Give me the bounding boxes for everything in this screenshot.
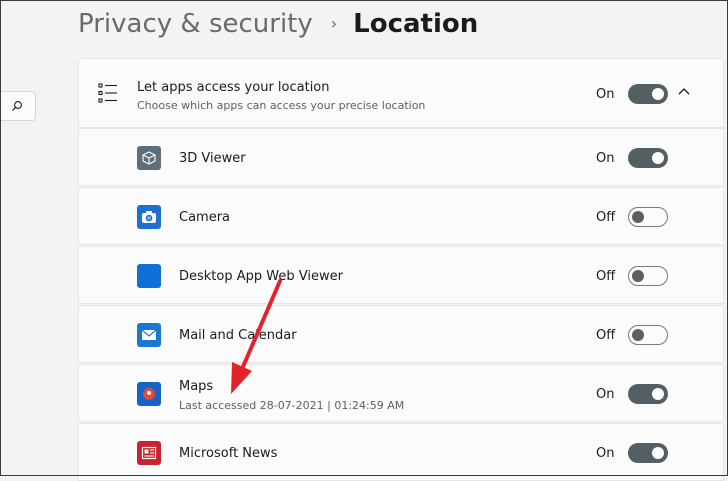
app-row-3d-viewer: 3D Viewer On <box>78 128 724 186</box>
app-toggle-camera[interactable] <box>628 207 668 227</box>
breadcrumb-separator: › <box>330 13 338 33</box>
app-row-desktop-app-web-viewer: Desktop App Web Viewer Off <box>78 246 724 304</box>
location-settings-panel: Let apps access your location Choose whi… <box>78 58 724 481</box>
toggle-knob <box>652 152 664 164</box>
cube-icon <box>137 146 161 170</box>
app-name: Camera <box>179 210 231 225</box>
app-name: 3D Viewer <box>179 151 246 166</box>
app-state-label: Off <box>596 210 616 225</box>
app-row-camera: Camera Off <box>78 187 724 245</box>
let-apps-access-location-row[interactable]: Let apps access your location Choose whi… <box>78 58 724 128</box>
app-row-mail-and-calendar: Mail and Calendar Off <box>78 305 724 363</box>
search-box[interactable] <box>0 91 36 121</box>
toggle-knob <box>652 447 664 459</box>
breadcrumb-parent-privacy-security[interactable]: Privacy & security <box>78 9 313 39</box>
app-toggle-desktop-app-web-viewer[interactable] <box>628 266 668 286</box>
app-state-label: Off <box>596 328 616 343</box>
app-state-label: On <box>596 387 615 402</box>
camera-icon <box>137 205 161 229</box>
maps-icon <box>137 382 161 406</box>
toggle-knob <box>632 329 644 341</box>
location-access-state-label: On <box>596 87 615 102</box>
toggle-knob <box>632 211 644 223</box>
location-access-subtitle: Choose which apps can access your precis… <box>137 99 426 112</box>
location-access-title: Let apps access your location <box>137 80 330 95</box>
app-toggle-3d-viewer[interactable] <box>628 148 668 168</box>
toggle-knob <box>632 270 644 282</box>
maps-last-accessed: Last accessed 28-07-2021 | 01:24:59 AM <box>179 399 405 412</box>
app-toggle-mail-and-calendar[interactable] <box>628 325 668 345</box>
app-name: Microsoft News <box>179 446 278 461</box>
app-state-label: Off <box>596 269 616 284</box>
chevron-up-icon[interactable] <box>677 84 691 98</box>
location-access-toggle[interactable] <box>628 84 668 104</box>
toggle-knob <box>652 388 664 400</box>
app-toggle-maps[interactable] <box>628 384 668 404</box>
app-state-label: On <box>596 446 615 461</box>
toggle-knob <box>652 88 664 100</box>
app-state-label: On <box>596 151 615 166</box>
mail-icon <box>137 323 161 347</box>
app-name: Maps <box>179 379 214 394</box>
app-row-maps: Maps Last accessed 28-07-2021 | 01:24:59… <box>78 364 724 422</box>
news-icon <box>137 441 161 465</box>
search-icon <box>12 101 22 111</box>
web-viewer-icon <box>137 264 161 288</box>
breadcrumb: Privacy & security › Location <box>78 6 478 42</box>
page-title: Location <box>353 9 479 39</box>
app-list-icon <box>98 83 117 103</box>
app-row-microsoft-news: Microsoft News On <box>78 423 724 481</box>
app-name: Desktop App Web Viewer <box>179 269 343 284</box>
app-toggle-microsoft-news[interactable] <box>628 443 668 463</box>
app-name: Mail and Calendar <box>179 328 297 343</box>
